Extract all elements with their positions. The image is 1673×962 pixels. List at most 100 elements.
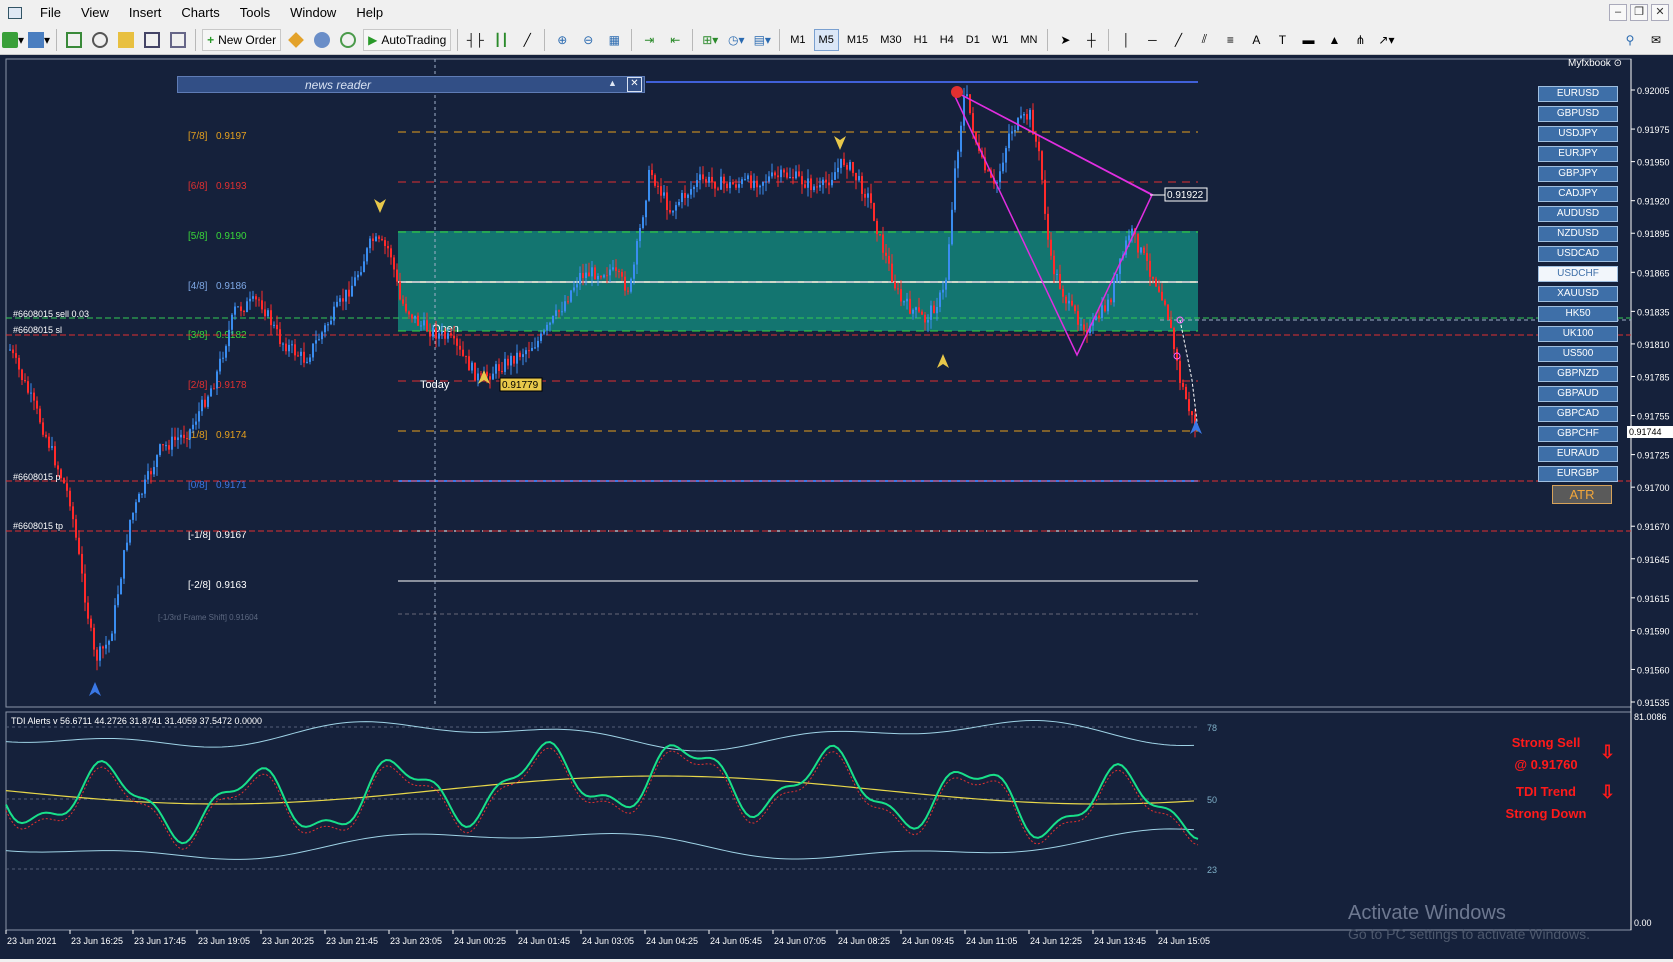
symbol-button-gbpcad[interactable]: GBPCAD (1538, 406, 1618, 422)
candle-body (963, 96, 965, 126)
menu-file[interactable]: File (30, 0, 71, 25)
candle-body (279, 329, 281, 345)
symbol-button-gbpaud[interactable]: GBPAUD (1538, 386, 1618, 402)
symbol-button-uk100[interactable]: UK100 (1538, 326, 1618, 342)
collapse-icon[interactable]: ▲ (608, 78, 617, 88)
text-tool[interactable]: A (1245, 29, 1267, 51)
horizontal-line-tool[interactable]: ─ (1141, 29, 1163, 51)
symbol-button-nzdusd[interactable]: NZDUSD (1538, 226, 1618, 242)
crosshair-tool[interactable]: ┼ (1080, 29, 1102, 51)
timeframe-m5[interactable]: M5 (813, 28, 839, 51)
timeframe-m15[interactable]: M15 (843, 29, 872, 51)
restore-icon[interactable]: ❐ (1630, 4, 1648, 21)
menu-tools[interactable]: Tools (230, 0, 280, 25)
symbol-button-gbpusd[interactable]: GBPUSD (1538, 106, 1618, 122)
candle-body (591, 267, 593, 277)
timeframe-h4[interactable]: H4 (936, 29, 958, 51)
timeframe-h1[interactable]: H1 (910, 29, 932, 51)
zoom-out-button[interactable]: ⊖ (577, 29, 599, 51)
navigator-button[interactable] (115, 29, 137, 51)
menu-insert[interactable]: Insert (119, 0, 172, 25)
menu-window[interactable]: Window (280, 0, 346, 25)
strategy-tester-button[interactable] (167, 29, 189, 51)
meta-editor-button[interactable] (285, 29, 307, 51)
new-chart-button[interactable]: ▾ (2, 29, 24, 51)
timeframe-d1[interactable]: D1 (962, 29, 984, 51)
symbol-button-xauusd[interactable]: XAUUSD (1538, 286, 1618, 302)
bar-chart-button[interactable]: ┤├ (464, 29, 486, 51)
murrey-value: 0.9163 (216, 580, 247, 591)
symbol-button-audusd[interactable]: AUDUSD (1538, 206, 1618, 222)
autotrading-button[interactable]: ▶ AutoTrading (363, 28, 452, 51)
candle-chart-button[interactable]: ┃┃ (490, 29, 512, 51)
chat-button[interactable]: ✉ (1645, 29, 1667, 51)
murrey-value: 0.9167 (216, 530, 247, 541)
terminal-button[interactable] (141, 29, 163, 51)
symbol-button-eurusd[interactable]: EURUSD (1538, 86, 1618, 102)
symbol-button-gbpchf[interactable]: GBPCHF (1538, 426, 1618, 442)
menu-view[interactable]: View (71, 0, 119, 25)
activate-windows-title: Activate Windows (1348, 902, 1506, 924)
indicators-button[interactable]: ⊞▾ (699, 29, 721, 51)
cursor-tool[interactable]: ➤ (1054, 29, 1076, 51)
signals-button[interactable] (311, 29, 333, 51)
candle-body (321, 332, 323, 340)
data-window-button[interactable] (89, 29, 111, 51)
periods-button[interactable]: ◷▾ (725, 29, 747, 51)
trendline-tool[interactable]: ╱ (1167, 29, 1189, 51)
symbol-button-usdcad[interactable]: USDCAD (1538, 246, 1618, 262)
order-p-label: #6608015 p (13, 472, 61, 482)
close-icon[interactable]: ✕ (1651, 4, 1669, 21)
arrows-tool[interactable]: ↗▾ (1375, 29, 1397, 51)
minimize-icon[interactable]: – (1609, 4, 1627, 21)
text-label-tool[interactable]: T (1271, 29, 1293, 51)
triangle-tool[interactable]: ▲ (1323, 29, 1345, 51)
rectangle-tool[interactable]: ▬ (1297, 29, 1319, 51)
menu-charts[interactable]: Charts (171, 0, 229, 25)
symbol-button-usdjpy[interactable]: USDJPY (1538, 126, 1618, 142)
profiles-button[interactable]: ▾ (28, 29, 50, 51)
line-chart-button[interactable]: ╱ (516, 29, 538, 51)
candle-body (1167, 304, 1169, 320)
candle-body (1029, 109, 1031, 120)
close-news-icon[interactable]: ✕ (627, 77, 642, 92)
symbol-button-us500[interactable]: US500 (1538, 346, 1618, 362)
price-chart[interactable]: 0.92005 0.91975 0.91950 0.91920 0.91895 0.918… (0, 55, 1673, 959)
candle-body (723, 176, 725, 184)
search-button[interactable]: ⚲ (1619, 29, 1641, 51)
atr-button[interactable]: ATR (1552, 485, 1612, 504)
pitchfork-tool[interactable]: ⋔ (1349, 29, 1371, 51)
candle-body (1062, 288, 1064, 297)
timeframe-m1[interactable]: M1 (786, 29, 809, 51)
autoscroll-button[interactable]: ⇥ (638, 29, 660, 51)
fibonacci-tool[interactable]: ≡ (1219, 29, 1241, 51)
symbol-button-eurgbp[interactable]: EURGBP (1538, 466, 1618, 482)
symbol-button-gbpjpy[interactable]: GBPJPY (1538, 166, 1618, 182)
symbol-button-usdchf[interactable]: USDCHF (1538, 266, 1618, 282)
candle-body (60, 469, 62, 479)
vertical-line-tool[interactable]: │ (1115, 29, 1137, 51)
zoom-in-button[interactable]: ⊕ (551, 29, 573, 51)
new-order-button[interactable]: + New Order (202, 28, 282, 51)
tile-windows-button[interactable]: ▦ (603, 29, 625, 51)
templates-button[interactable]: ▤▾ (751, 29, 773, 51)
clock-icon: ◷▾ (728, 32, 745, 47)
symbol-button-eurjpy[interactable]: EURJPY (1538, 146, 1618, 162)
market-watch-button[interactable] (63, 29, 85, 51)
chart-window[interactable]: 0.92005 0.91975 0.91950 0.91920 0.91895 0.918… (0, 55, 1673, 959)
candle-body (828, 182, 830, 186)
market-button[interactable] (337, 29, 359, 51)
menu-help[interactable]: Help (346, 0, 393, 25)
news-reader-bar[interactable]: news reader ▲ ✕ (177, 76, 645, 93)
symbol-button-euraud[interactable]: EURAUD (1538, 446, 1618, 462)
chart-shift-button[interactable]: ⇤ (664, 29, 686, 51)
timeframe-w1[interactable]: W1 (988, 29, 1013, 51)
candle-body (798, 171, 800, 177)
candle-body (960, 125, 962, 152)
channel-tool[interactable]: ⫽ (1193, 29, 1215, 51)
timeframe-m30[interactable]: M30 (876, 29, 905, 51)
symbol-button-cadjpy[interactable]: CADJPY (1538, 186, 1618, 202)
symbol-button-hk50[interactable]: HK50 (1538, 306, 1618, 322)
timeframe-mn[interactable]: MN (1016, 29, 1041, 51)
symbol-button-gbpnzd[interactable]: GBPNZD (1538, 366, 1618, 382)
